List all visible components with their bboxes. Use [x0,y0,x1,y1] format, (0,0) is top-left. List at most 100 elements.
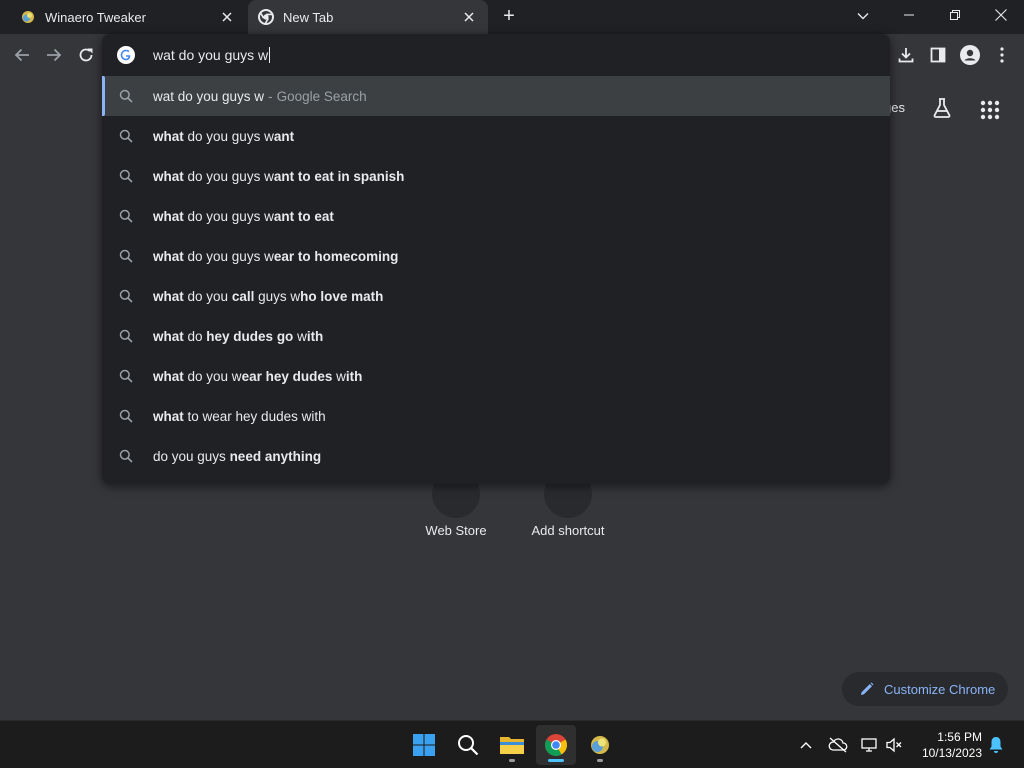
omnibox-suggestion[interactable]: what to wear hey dudes with [102,396,890,436]
back-arrow-icon [14,48,29,62]
back-button[interactable] [10,43,34,67]
omnibox-suggestion[interactable]: do you guys need anything [102,436,890,476]
close-tab-icon[interactable] [218,8,236,26]
omnibox-input[interactable]: wat do you guys w [153,47,271,63]
forward-button[interactable] [42,43,66,67]
labs-flask-icon[interactable] [930,96,954,120]
chevron-up-icon [800,742,812,749]
tab-new-tab[interactable]: New Tab [248,0,488,34]
side-panel-button[interactable] [922,39,954,71]
suggestion-fragment: do you guys w [183,128,274,144]
tray-overflow-button[interactable] [796,735,816,755]
suggestion-bold-fragment: hey dudes go [206,328,294,344]
suggestion-fragment: do you [183,288,232,304]
suggestion-fragment: w [332,368,346,384]
suggestion-fragment: to wear hey dudes with [183,408,326,424]
omnibox-suggestion[interactable]: what do you call guys who love math [102,276,890,316]
omnibox-suggestion[interactable]: what do you wear hey dudes with [102,356,890,396]
google-g-icon [117,46,135,64]
running-indicator [548,759,564,762]
taskbar-winaero-tweaker[interactable] [580,725,620,765]
taskbar-chrome[interactable] [536,725,576,765]
taskbar-file-explorer[interactable] [492,725,532,765]
taskbar-search-button[interactable] [448,725,488,765]
chevron-down-icon [857,13,869,20]
tray-onedrive[interactable] [828,735,848,755]
file-explorer-icon [500,737,524,754]
shortcut-label: Add shortcut [531,523,605,538]
omnibox-suggestion[interactable]: wat do you guys w - Google Search [102,76,890,116]
suggestion-fragment: do you guys w [183,248,274,264]
toolbar-actions [890,34,1024,76]
running-indicator [597,759,603,762]
suggestion-bold-fragment: need anything [229,448,322,464]
text-caret [269,47,271,63]
suggestion-bold-fragment: call [231,288,255,304]
minimize-button[interactable] [886,0,932,30]
taskbar-start-button[interactable] [404,725,444,765]
side-panel-icon [930,47,946,63]
search-icon [458,735,479,756]
profile-button[interactable] [954,39,986,71]
more-vertical-icon [1000,47,1004,63]
omnibox-suggestion[interactable]: what do hey dudes go with [102,316,890,356]
suggestion-text: what do hey dudes go with [153,329,323,344]
suggestion-bold-fragment: ear to homecoming [273,248,399,264]
suggestion-bold-fragment: what [153,288,184,304]
suggestion-fragment: wat do you guys w [153,88,265,104]
restore-button[interactable] [932,0,978,30]
running-indicator [509,759,515,762]
suggestion-fragment: do you guys [153,448,230,464]
bell-icon [989,737,1003,753]
search-icon [119,249,133,263]
tab-winaero-tweaker[interactable]: Winaero Tweaker [0,0,246,34]
suggestion-text: what do you guys want [153,129,294,144]
chrome-menu-button[interactable] [986,39,1018,71]
google-apps-icon[interactable] [978,98,1002,122]
system-clock[interactable]: 1:56 PM 10/13/2023 [912,729,982,761]
pencil-icon [861,682,874,695]
omnibox-suggestion[interactable]: what do you guys want to eat [102,196,890,236]
suggestion-bold-fragment: ant [273,128,295,144]
omnibox-suggestion[interactable]: what do you guys wear to homecoming [102,236,890,276]
tray-volume[interactable] [884,735,904,755]
suggestion-text: what do you call guys who love math [153,289,383,304]
suggestion-bold-fragment: what [153,248,184,264]
suggestion-description: Google Search [276,88,367,104]
windows-start-icon [413,734,435,756]
notifications-button[interactable] [986,735,1006,755]
tab-strip: Winaero Tweaker New Tab + [0,0,1024,34]
clock-date: 10/13/2023 [921,746,982,760]
omnibox-suggestion[interactable]: what do you guys want [102,116,890,156]
reload-button[interactable] [74,43,98,67]
download-icon [898,48,914,63]
suggestion-text: what do you guys want to eat [153,209,334,224]
suggestion-fragment: guys w [254,288,301,304]
suggestion-fragment: do you w [183,368,242,384]
omnibox-suggestion[interactable]: what do you guys want to eat in spanish [102,156,890,196]
onedrive-offline-icon [828,737,848,753]
suggestion-fragment: w [293,328,307,344]
suggestion-bold-fragment: what [153,168,184,184]
close-tab-icon[interactable] [460,8,478,26]
downloads-button[interactable] [890,39,922,71]
suggestion-bold-fragment: what [153,208,184,224]
chrome-icon [545,734,567,756]
close-window-button[interactable] [978,0,1024,30]
network-icon [861,738,877,752]
customize-chrome-button[interactable]: Customize Chrome [842,672,1008,706]
search-icon [119,449,133,463]
search-icon [119,329,133,343]
tab-search-button[interactable] [852,6,874,26]
restore-icon [950,10,960,20]
tray-network[interactable] [860,735,880,755]
omnibox[interactable]: wat do you guys w [102,34,890,76]
suggestion-text: what to wear hey dudes with [153,409,326,424]
clock-time: 1:56 PM [937,730,982,744]
suggestion-bold-fragment: what [153,408,184,424]
omnibox-dropdown: wat do you guys w wat do you guys w - Goog… [102,34,890,484]
windows-taskbar: 1:56 PM 10/13/2023 [0,720,1024,768]
new-tab-button[interactable]: + [498,6,520,28]
minimize-icon [904,14,914,16]
winaero-tweaker-icon [591,736,609,754]
